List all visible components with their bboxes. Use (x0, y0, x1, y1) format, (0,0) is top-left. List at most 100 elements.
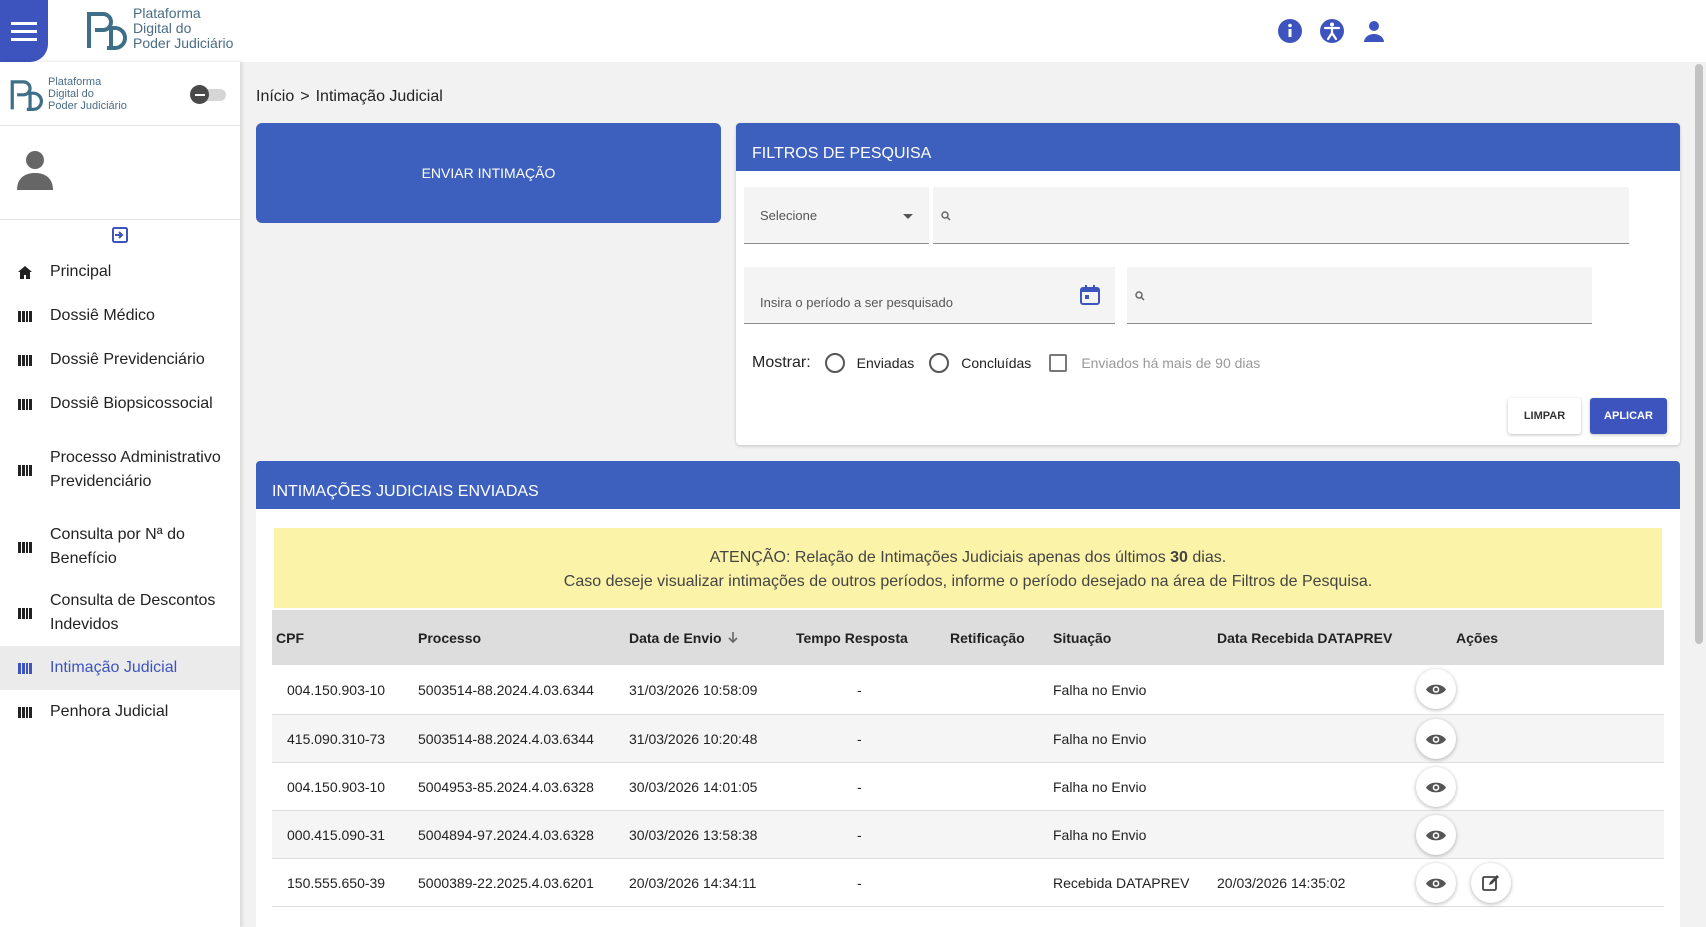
sidebar: Plataforma Digital do Poder Judiciário P… (0, 62, 240, 927)
cell-cpf: 004.150.903-10 (287, 778, 386, 795)
view-button[interactable] (1416, 815, 1456, 855)
sidebar-item-principal[interactable]: Principal (0, 250, 240, 294)
pdpj-logo-icon (10, 79, 43, 111)
view-button[interactable] (1416, 719, 1456, 759)
logo-line: Digital do (48, 87, 94, 100)
avatar-icon (17, 151, 53, 190)
attention-banner: ATENÇÃO: Relação de Intimações Judiciais… (274, 528, 1662, 608)
radio-sent-label: Enviadas (856, 355, 915, 371)
column-header-label: Ações (1456, 629, 1499, 646)
cell-data-dataprev: 20/03/2026 14:35:02 (1217, 874, 1346, 891)
user-icon[interactable] (1360, 17, 1388, 45)
view-button[interactable] (1416, 767, 1456, 807)
secondary-search-input[interactable] (1127, 267, 1592, 324)
logo-line: Digital do (133, 20, 192, 36)
filter-search-input[interactable] (933, 187, 1629, 244)
column-header: Situação (1053, 630, 1111, 646)
column-header: Data Recebida DATAPREV (1217, 630, 1392, 646)
cell-processo: 5003514-88.2024.4.03.6344 (418, 730, 594, 747)
sidebar-brand: Plataforma Digital do Poder Judiciário (0, 62, 240, 126)
breadcrumb: Início > Intimação Judicial (256, 88, 443, 106)
edit-button[interactable] (1471, 863, 1511, 903)
sidebar-item-consulta-de-descontos-indevidos[interactable]: Consulta de Descontos Indevidos (0, 580, 240, 646)
top-bar: Plataforma Digital do Poder Judiciário (0, 0, 1706, 62)
collapse-sidebar-button[interactable] (0, 220, 240, 250)
header-logo-text: Plataforma Digital do Poder Judiciário (133, 6, 233, 51)
radio-done[interactable] (929, 353, 950, 373)
clear-button[interactable]: LIMPAR (1508, 398, 1581, 434)
page-scrollbar[interactable] (1692, 62, 1706, 927)
checkbox-older-90-label: Enviados há mais de 90 dias (1081, 355, 1261, 371)
send-intimation-button[interactable]: ENVIAR INTIMAÇÃO (256, 123, 721, 223)
show-options: Mostrar: Enviadas Concluídas Enviados há… (752, 353, 1260, 373)
scrollbar-thumb[interactable] (1695, 64, 1703, 644)
logo-line: Poder Judiciário (48, 99, 127, 112)
logo-line: Plataforma (48, 75, 102, 88)
sidebar-item-dossie-biopsicossocial[interactable]: Dossiê Biopsicossocial (0, 382, 240, 426)
sidebar-logo-text: Plataforma Digital do Poder Judiciário (48, 76, 127, 112)
radio-sent[interactable] (824, 353, 845, 373)
cell-situacao: Falha no Envio (1053, 681, 1147, 698)
dropdown-arrow-icon (903, 214, 913, 219)
menu-button[interactable] (0, 0, 48, 62)
column-header: Processo (418, 630, 481, 646)
library-icon (18, 398, 32, 410)
column-header-label: Processo (418, 629, 482, 646)
apply-button[interactable]: APLICAR (1590, 398, 1667, 434)
column-header-label: Retificação (950, 629, 1025, 646)
hamburger-icon (11, 22, 37, 41)
results-title: INTIMAÇÕES JUDICIAIS ENVIADAS (256, 461, 1680, 509)
filter-type-select[interactable]: Selecione (744, 187, 929, 244)
cell-processo: 5003514-88.2024.4.03.6344 (418, 681, 594, 698)
breadcrumb-home[interactable]: Início (256, 88, 294, 106)
eye-icon (1426, 781, 1446, 794)
results-card: INTIMAÇÕES JUDICIAIS ENVIADAS ATENÇÃO: R… (256, 461, 1680, 927)
checkbox-older-90[interactable] (1049, 354, 1068, 372)
column-header-label: Data Recebida DATAPREV (1217, 629, 1393, 646)
column-header-label: CPF (276, 629, 304, 646)
sidebar-item-consulta-por-n-do-beneficio[interactable]: Consulta por Nª do Benefício (0, 514, 240, 580)
accessibility-icon[interactable] (1318, 17, 1346, 45)
column-header-label: Data de Envio (629, 629, 722, 646)
column-header-label: Situação (1053, 629, 1112, 646)
eye-icon (1426, 877, 1446, 890)
eye-icon (1426, 829, 1446, 842)
cell-situacao: Falha no Envio (1053, 730, 1147, 747)
sidebar-item-penhora-judicial[interactable]: Penhora Judicial (0, 690, 240, 734)
sidebar-item-processo-administrativo-previdenciario[interactable]: Processo Administrativo Previdenciário (0, 426, 240, 514)
column-header: Ações (1456, 630, 1498, 646)
sidebar-item-label: Intimação Judicial (50, 659, 178, 676)
header-logo[interactable]: Plataforma Digital do Poder Judiciário (85, 6, 233, 51)
sort-arrow-down-icon[interactable] (728, 632, 738, 643)
info-icon[interactable] (1276, 17, 1304, 45)
table-row: 004.150.903-10 5003514-88.2024.4.03.6344 3… (272, 665, 1664, 715)
search-icon (1135, 291, 1145, 301)
library-icon (18, 541, 32, 553)
cell-cpf: 150.555.650-39 (287, 874, 386, 891)
view-button[interactable] (1416, 669, 1456, 709)
library-icon (18, 354, 32, 366)
column-header-label: Tempo Resposta (796, 629, 908, 646)
sidebar-item-intimacao-judicial[interactable]: Intimação Judicial (0, 646, 240, 690)
eye-icon (1426, 733, 1446, 746)
library-icon (18, 706, 32, 718)
cell-tempo: - (857, 681, 862, 698)
library-icon (18, 310, 32, 322)
sidebar-item-dossie-medico[interactable]: Dossiê Médico (0, 294, 240, 338)
calendar-icon[interactable] (1080, 285, 1100, 305)
table-header: CPF Processo Data de Envio Tempo Resposta Re… (272, 610, 1664, 665)
theme-toggle[interactable] (190, 85, 228, 104)
logo-line: Plataforma (133, 5, 201, 21)
collapse-icon (112, 227, 128, 243)
attention-line-2: Caso deseje visualizar intimações de out… (563, 573, 1373, 590)
home-icon (18, 265, 32, 279)
cell-data-envio: 30/03/2026 14:01:05 (629, 778, 758, 795)
view-button[interactable] (1416, 863, 1456, 903)
eye-icon (1426, 683, 1446, 696)
sidebar-item-dossie-previdenciario[interactable]: Dossiê Previdenciário (0, 338, 240, 382)
cell-situacao: Recebida DATAPREV (1053, 874, 1190, 891)
sidebar-item-label: Penhora Judicial (50, 703, 169, 720)
column-header[interactable]: Data de Envio (629, 630, 738, 646)
period-input[interactable]: Insira o período a ser pesquisado (744, 267, 1115, 324)
radio-done-label: Concluídas (961, 355, 1032, 371)
